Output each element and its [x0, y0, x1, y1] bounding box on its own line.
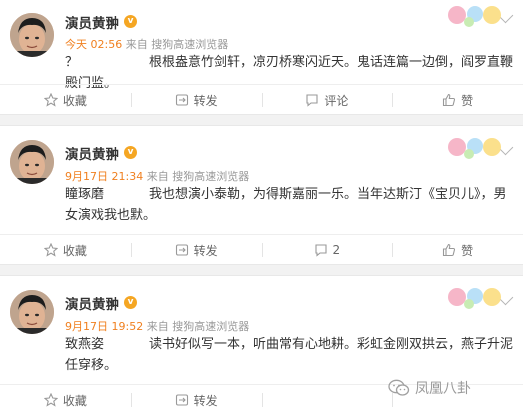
repost-label: 转发	[193, 93, 218, 108]
like-button[interactable]: 赞	[392, 85, 523, 115]
post-source: 来自 搜狗高速浏览器	[146, 170, 250, 183]
post-separator	[0, 114, 523, 126]
post-time[interactable]: 9月17日 19:52	[65, 320, 143, 333]
favorite-button[interactable]: 收藏	[0, 385, 131, 415]
like-label: 赞	[461, 93, 474, 108]
action-spacer	[261, 385, 393, 415]
weibo-post: 演员黄翀 v 9月17日 21:34 来自 搜狗高速浏览器 瞳琢磨 我也想演小泰勒…	[0, 126, 523, 264]
username[interactable]: 演员黄翀	[65, 12, 119, 32]
post-nick: 致燕姿	[65, 337, 105, 352]
verified-badge-icon: v	[124, 15, 137, 28]
comment-icon	[306, 94, 318, 107]
repost-label: 转发	[193, 243, 218, 258]
watermark-text: 凤凰八卦	[415, 381, 471, 397]
weibo-feed: 演员黄翀 v 今天 02:56 来自 搜狗高速浏览器 ？根根盎意竹剑轩，凉刃桥寒…	[0, 0, 523, 414]
sticker-icon	[448, 288, 501, 309]
comment-count: 2	[332, 243, 341, 257]
post-nick: ？	[65, 55, 79, 70]
post-separator	[0, 264, 523, 276]
star-icon	[43, 93, 58, 107]
sticker-icon	[448, 138, 501, 159]
thumbs-up-icon	[443, 243, 456, 257]
username[interactable]: 演员黄翀	[65, 293, 119, 313]
verified-badge-icon: v	[124, 146, 137, 159]
weibo-post: 演员黄翀 v 今天 02:56 来自 搜狗高速浏览器 ？根根盎意竹剑轩，凉刃桥寒…	[0, 0, 523, 114]
wechat-icon	[388, 379, 410, 396]
repost-icon	[175, 394, 188, 406]
favorite-label: 收藏	[62, 93, 87, 108]
comment-button[interactable]: 2	[261, 235, 393, 265]
action-bar: 收藏 转发 2 赞	[0, 234, 523, 265]
comment-button[interactable]: 评论	[261, 85, 393, 115]
like-label: 赞	[461, 243, 474, 258]
favorite-label: 收藏	[62, 243, 87, 258]
comment-label: 评论	[324, 93, 349, 108]
post-source: 来自 搜狗高速浏览器	[125, 38, 229, 51]
repost-button[interactable]: 转发	[130, 385, 262, 415]
favorite-label: 收藏	[62, 393, 87, 408]
post-content: 致燕姿 读书好似写一本，听曲常有心地耕。彩虹金刚双拱云，燕子升泥任穿移。	[65, 334, 517, 376]
post-content: 瞳琢磨 我也想演小泰勒，为得斯嘉丽一乐。当年达斯汀《宝贝儿》，男女演戏我也默。	[65, 184, 517, 226]
star-icon	[43, 243, 58, 257]
thumbs-up-icon	[443, 93, 456, 107]
favorite-button[interactable]: 收藏	[0, 85, 131, 115]
post-nick: 瞳琢磨	[65, 187, 105, 202]
like-button[interactable]: 赞	[392, 235, 523, 265]
star-icon	[43, 393, 58, 407]
avatar[interactable]	[10, 140, 54, 184]
watermark: 凤凰八卦	[388, 378, 471, 398]
post-meta: 9月17日 21:34 来自 搜狗高速浏览器	[65, 168, 249, 184]
repost-icon	[175, 94, 188, 106]
post-source: 来自 搜狗高速浏览器	[146, 320, 250, 333]
sticker-icon	[448, 6, 501, 27]
post-time[interactable]: 9月17日 21:34	[65, 170, 143, 183]
post-meta: 今天 02:56 来自 搜狗高速浏览器	[65, 36, 228, 52]
avatar[interactable]	[10, 290, 54, 334]
repost-button[interactable]: 转发	[130, 85, 262, 115]
comment-icon	[314, 244, 327, 257]
verified-badge-icon: v	[124, 296, 137, 309]
repost-button[interactable]: 转发	[130, 235, 262, 265]
repost-icon	[175, 244, 188, 256]
post-time[interactable]: 今天 02:56	[65, 38, 122, 51]
repost-label: 转发	[193, 393, 218, 408]
favorite-button[interactable]: 收藏	[0, 235, 131, 265]
action-bar: 收藏 转发 评论 赞	[0, 84, 523, 115]
username[interactable]: 演员黄翀	[65, 143, 119, 163]
avatar[interactable]	[10, 13, 54, 57]
post-meta: 9月17日 19:52 来自 搜狗高速浏览器	[65, 318, 249, 334]
